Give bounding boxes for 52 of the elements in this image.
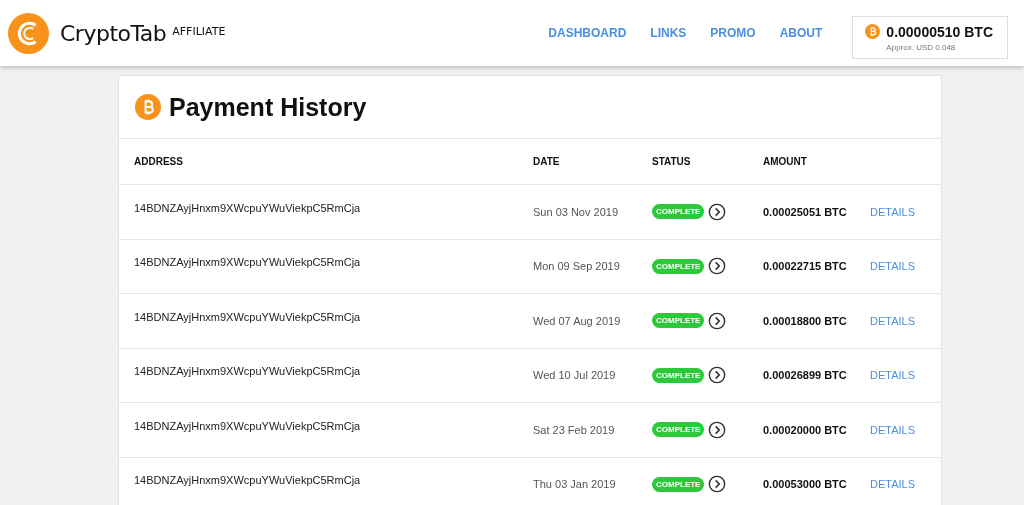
chevron-circle-icon[interactable] xyxy=(708,311,727,330)
status-badge: COMPLETE xyxy=(652,422,705,438)
amount-cell-text: 0.00025051 BTC xyxy=(763,205,848,218)
nav-link[interactable]: ABOUT xyxy=(779,26,823,40)
chevron-circle-icon[interactable] xyxy=(708,366,727,385)
balance-amount: 0.00000510 BTC xyxy=(886,23,993,40)
details-link[interactable]: DETAILS xyxy=(870,314,940,327)
status-badge: COMPLETE xyxy=(652,367,705,383)
chevron-circle-icon[interactable] xyxy=(708,257,727,276)
amount-cell-text: 0.00022715 BTC xyxy=(763,260,848,273)
address-cell-text: 14BDNZAyjHnxm9XWcpuYWuViekpC5RmCja xyxy=(134,310,362,323)
details-link[interactable]: DETAILS xyxy=(870,423,940,436)
date-cell-text: Wed 10 Jul 2019 xyxy=(533,369,617,382)
details-link[interactable]: DETAILS xyxy=(870,478,940,491)
chevron-circle-icon[interactable] xyxy=(708,420,727,439)
amount-cell-text: 0.00026899 BTC xyxy=(763,369,848,382)
date-cell-text: Thu 03 Jan 2019 xyxy=(533,478,617,491)
status-badge: COMPLETE xyxy=(652,476,705,492)
address-cell-text: 14BDNZAyjHnxm9XWcpuYWuViekpC5RmCja xyxy=(134,474,362,487)
bitcoin-icon xyxy=(135,94,161,120)
chevron-circle-icon[interactable] xyxy=(708,475,727,494)
status-badge: COMPLETE xyxy=(652,258,705,274)
nav-link[interactable]: DASHBOARD xyxy=(548,26,627,40)
date-cell-text: Sat 23 Feb 2019 xyxy=(533,423,616,436)
column-header: AMOUNT xyxy=(763,156,808,167)
details-link[interactable]: DETAILS xyxy=(870,369,940,382)
brand-subtitle: AFFILIATE xyxy=(172,24,226,38)
date-cell-text: Wed 07 Aug 2019 xyxy=(533,314,622,327)
brand-name: CryptoTab xyxy=(60,20,167,46)
amount-cell-text: 0.00020000 BTC xyxy=(763,423,848,436)
date-cell-text: Mon 09 Sep 2019 xyxy=(533,260,621,273)
details-link[interactable]: DETAILS xyxy=(870,205,940,218)
nav-link[interactable]: LINKS xyxy=(650,26,687,40)
bitcoin-icon xyxy=(865,24,881,39)
column-header: STATUS xyxy=(652,156,692,167)
column-header: DATE xyxy=(533,156,561,167)
logo-icon xyxy=(8,12,49,54)
chevron-circle-icon[interactable] xyxy=(708,202,727,221)
address-cell-text: 14BDNZAyjHnxm9XWcpuYWuViekpC5RmCja xyxy=(134,256,362,269)
address-cell-text: 14BDNZAyjHnxm9XWcpuYWuViekpC5RmCja xyxy=(134,201,362,214)
nav-link[interactable]: PROMO xyxy=(710,26,756,40)
amount-cell-text: 0.00053000 BTC xyxy=(763,478,848,491)
address-cell-text: 14BDNZAyjHnxm9XWcpuYWuViekpC5RmCja xyxy=(134,365,362,378)
address-cell-text: 14BDNZAyjHnxm9XWcpuYWuViekpC5RmCja xyxy=(134,419,362,432)
date-cell-text: Sun 03 Nov 2019 xyxy=(533,205,619,218)
status-badge: COMPLETE xyxy=(652,204,705,220)
page-title: Payment History xyxy=(169,92,367,122)
details-link[interactable]: DETAILS xyxy=(870,260,940,273)
column-header: ADDRESS xyxy=(134,156,184,167)
amount-cell-text: 0.00018800 BTC xyxy=(763,314,848,327)
status-badge: COMPLETE xyxy=(652,313,705,329)
balance-approx: Approx. USD 0.048 xyxy=(886,42,957,52)
